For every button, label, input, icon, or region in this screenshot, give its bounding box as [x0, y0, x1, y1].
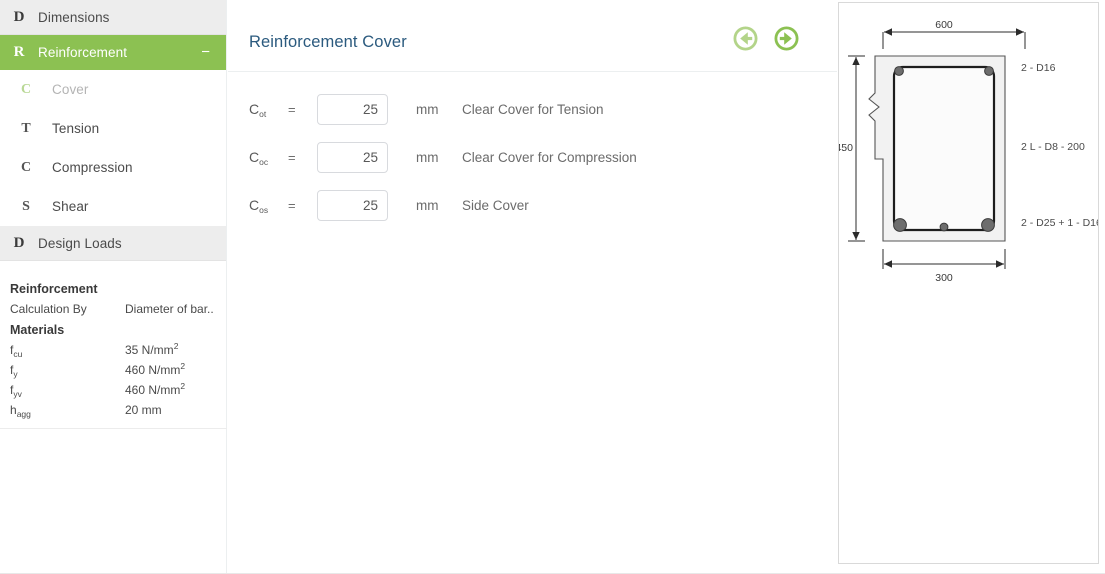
compression-icon: C: [20, 159, 32, 175]
sidebar-item-reinforcement[interactable]: R Reinforcement −: [0, 35, 226, 70]
design-loads-icon: D: [13, 234, 25, 251]
sidebar-item-cover[interactable]: C Cover: [0, 70, 226, 109]
label-bottom-bars: 2 - D25 + 1 - D16: [1021, 217, 1098, 229]
summary-heading-materials: Materials: [10, 323, 65, 337]
form-row-coc: Coc = mm Clear Cover for Compression: [228, 133, 837, 181]
summary-row-fcu: fcu 35 N/mm2: [10, 341, 217, 361]
field-description-cot: Clear Cover for Tension: [462, 101, 604, 117]
field-equals-cot: =: [288, 101, 296, 117]
summary-value-hagg: 20 mm: [125, 403, 162, 417]
tension-icon: T: [21, 120, 31, 136]
dimension-label-300: 300: [935, 272, 953, 284]
beam-section-panel: 600 450: [838, 2, 1099, 564]
reinforcement-icon: R: [13, 43, 25, 60]
summary-label-hagg: hagg: [10, 403, 31, 419]
sidebar-item-label-tension: Tension: [52, 121, 100, 136]
dimension-left-450: 450: [839, 55, 865, 242]
summary-value-fcu: 35 N/mm2: [125, 341, 179, 357]
field-unit-cot: mm: [416, 101, 439, 117]
field-description-coc: Clear Cover for Compression: [462, 149, 637, 165]
dimension-top-600: 600: [882, 19, 1026, 49]
form-row-cot: Cot = mm Clear Cover for Tension: [228, 85, 837, 133]
sidebar: D Dimensions R Reinforcement − C Cover T…: [0, 0, 227, 574]
sidebar-item-label-shear: Shear: [52, 199, 89, 214]
summary-value-calculation-by: Diameter of bar..: [125, 302, 214, 316]
cot-input[interactable]: [317, 93, 388, 125]
summary-info-panel: Reinforcement Calculation By Diameter of…: [0, 272, 227, 431]
cover-form: Cot = mm Clear Cover for Tension Coc = m…: [228, 72, 837, 229]
coc-input[interactable]: [317, 141, 388, 173]
sidebar-item-label-cover: Cover: [52, 82, 89, 97]
dimension-label-600: 600: [935, 19, 953, 31]
sidebar-item-compression[interactable]: C Compression: [0, 148, 226, 187]
summary-value-fy: 460 N/mm2: [125, 361, 186, 377]
summary-row-hagg: hagg 20 mm: [10, 401, 217, 421]
application-window: D Dimensions R Reinforcement − C Cover T…: [0, 0, 1105, 574]
sidebar-item-label-design-loads: Design Loads: [38, 235, 122, 251]
field-unit-coc: mm: [416, 149, 439, 165]
collapse-minus-icon[interactable]: −: [201, 45, 210, 60]
sidebar-item-design-loads[interactable]: D Design Loads: [0, 226, 226, 261]
summary-row-fyv: fyv 460 N/mm2: [10, 381, 217, 401]
cover-icon: C: [20, 81, 32, 97]
next-arrow-button[interactable]: [774, 26, 799, 51]
dimension-bottom-300: 300: [882, 249, 1006, 284]
form-row-cos: Cos = mm Side Cover: [228, 181, 837, 229]
field-symbol-cos: Cos: [249, 197, 269, 215]
content-header: Reinforcement Cover: [228, 0, 837, 72]
field-equals-cos: =: [288, 197, 296, 213]
summary-label-fy: fy: [10, 363, 18, 379]
summary-label-fyv: fyv: [10, 383, 22, 399]
sidebar-nav: D Dimensions R Reinforcement − C Cover T…: [0, 0, 226, 261]
stirrup-link: [892, 65, 996, 232]
page-title: Reinforcement Cover: [249, 33, 407, 51]
field-symbol-coc: Coc: [249, 149, 269, 167]
summary-heading-reinforcement: Reinforcement: [10, 282, 98, 296]
summary-label-calculation-by: Calculation By: [10, 302, 87, 316]
sidebar-item-shear[interactable]: S Shear: [0, 187, 226, 226]
dimensions-icon: D: [13, 8, 25, 25]
sidebar-divider: [0, 428, 227, 429]
field-symbol-cot: Cot: [249, 101, 267, 119]
summary-value-fyv: 460 N/mm2: [125, 381, 186, 397]
sidebar-item-label-reinforcement: Reinforcement: [38, 44, 128, 60]
sidebar-item-label-compression: Compression: [52, 160, 133, 175]
field-description-cos: Side Cover: [462, 197, 529, 213]
label-links: 2 L - D8 - 200: [1021, 141, 1085, 153]
main-content: Reinforcement Cover Cot = 25 mm Clear Co…: [228, 0, 837, 574]
sidebar-item-dimensions[interactable]: D Dimensions: [0, 0, 226, 35]
label-top-bars: 2 - D16: [1021, 62, 1056, 74]
field-unit-cos: mm: [416, 197, 439, 213]
beam-cross-section-diagram: 600 450: [839, 19, 1098, 284]
summary-label-fcu: fcu: [10, 343, 23, 359]
previous-arrow-button[interactable]: [733, 26, 758, 51]
shear-icon: S: [22, 198, 30, 214]
dimension-label-450: 450: [839, 142, 853, 154]
summary-row-calculation-by: Calculation By Diameter of bar..: [10, 300, 217, 319]
sidebar-item-label-dimensions: Dimensions: [38, 9, 110, 25]
sidebar-item-tension[interactable]: T Tension: [0, 109, 226, 148]
summary-row-fy: fy 460 N/mm2: [10, 361, 217, 381]
cos-input[interactable]: [317, 189, 388, 221]
field-equals-coc: =: [288, 149, 296, 165]
